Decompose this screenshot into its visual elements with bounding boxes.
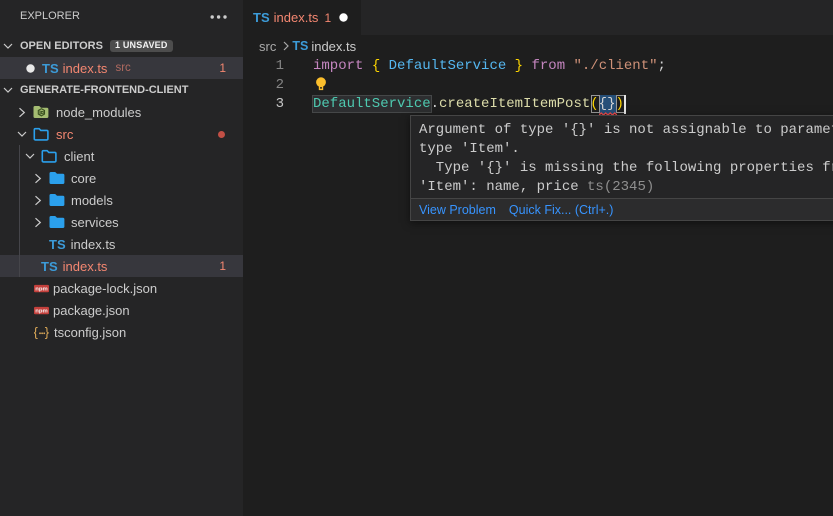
svg-text:}: } [45,325,50,340]
svg-text:npm: npm [35,308,47,314]
svg-text:npm: npm [35,286,47,292]
svg-text:{: { [34,325,39,340]
